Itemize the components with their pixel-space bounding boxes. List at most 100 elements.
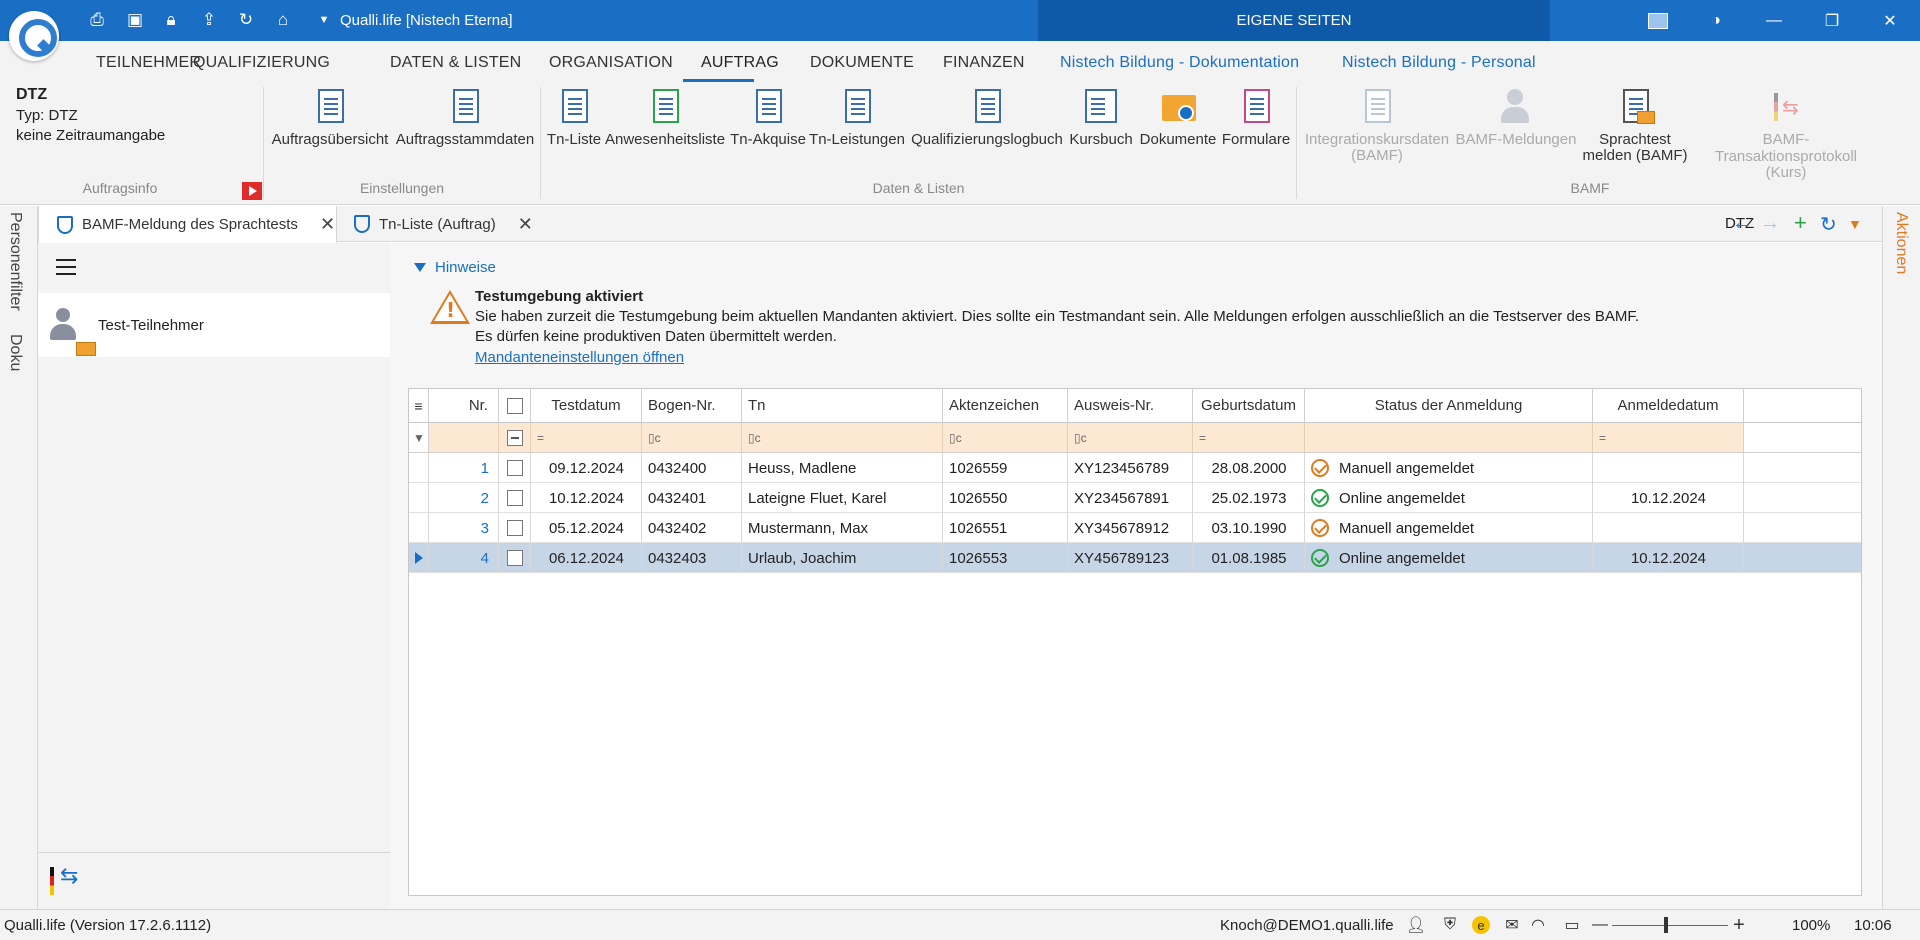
col-header-anmeldedatum[interactable]: Anmeldedatum xyxy=(1593,389,1744,423)
anwesenheitsliste-button[interactable]: Anwesenheitsliste xyxy=(605,87,725,148)
layout-icon[interactable] xyxy=(1630,0,1686,41)
bamf-meldungen-button[interactable]: BAMF-Meldungen xyxy=(1454,87,1578,148)
refresh-icon[interactable]: ↻ xyxy=(235,9,257,31)
filter-nr[interactable] xyxy=(429,423,499,453)
minimize-icon[interactable]: — xyxy=(1746,0,1802,41)
zoom-in-icon[interactable]: + xyxy=(1729,914,1749,936)
close-window-icon[interactable]: ✕ xyxy=(1862,0,1918,41)
bamf-transaktionsprotokoll-button[interactable]: ⇆ BAMF-Transaktionsprotokoll (Kurs) xyxy=(1692,87,1880,181)
window-icon[interactable]: ▭ xyxy=(1562,915,1582,935)
export-icon[interactable]: ⇪ xyxy=(198,9,220,31)
col-header-testdatum[interactable]: Testdatum xyxy=(531,389,642,423)
tn-liste-button[interactable]: Tn-Liste xyxy=(546,87,602,148)
doc-tab-tn-liste[interactable]: Tn-Liste (Auftrag) ✕ xyxy=(354,206,584,242)
tab-organisation[interactable]: ORGANISATION xyxy=(549,54,673,72)
contrast-icon[interactable]: ◑ xyxy=(1688,0,1744,41)
zoom-slider[interactable] xyxy=(1612,925,1728,926)
row-checkbox[interactable] xyxy=(499,453,531,483)
col-header-bogen-nr[interactable]: Bogen-Nr. xyxy=(642,389,742,423)
cell-nr[interactable]: 3 xyxy=(429,513,499,543)
app-logo-icon[interactable] xyxy=(9,11,59,61)
dropdown-arrow-icon[interactable]: ▼ xyxy=(1848,216,1862,232)
cell-ausweis: XY234567891 xyxy=(1074,489,1170,507)
tab-dokumente[interactable]: DOKUMENTE xyxy=(810,54,914,72)
col-header-aktenzeichen[interactable]: Aktenzeichen xyxy=(943,389,1068,423)
auftragsuebersicht-button[interactable]: Auftragsübersicht xyxy=(270,87,390,148)
tab-daten-listen[interactable]: DATEN & LISTEN xyxy=(390,54,521,72)
col-header-tn[interactable]: Tn xyxy=(742,389,943,423)
filter-testdatum[interactable]: = xyxy=(531,423,642,453)
qualifizierungslogbuch-button[interactable]: Qualifizierungslogbuch xyxy=(909,87,1065,148)
close-tab-icon[interactable]: ✕ xyxy=(518,214,533,235)
auftragsinfo-launcher-icon[interactable] xyxy=(242,182,262,200)
close-tab-icon[interactable]: ✕ xyxy=(320,214,335,235)
eigene-seiten-button[interactable]: EIGENE SEITEN xyxy=(1038,0,1550,41)
tn-leistungen-button[interactable]: Tn-Leistungen xyxy=(809,87,905,148)
select-all-checkbox[interactable] xyxy=(499,389,531,423)
kursbuch-button[interactable]: Kursbuch xyxy=(1068,87,1134,148)
tab-teilnehmer[interactable]: TEILNEHMER xyxy=(96,54,201,72)
transfer-arrows-icon[interactable]: ⇆ xyxy=(60,863,78,889)
cell-nr[interactable]: 4 xyxy=(429,543,499,573)
row-checkbox[interactable] xyxy=(499,513,531,543)
add-icon[interactable]: + xyxy=(1794,210,1807,236)
tn-akquise-button[interactable]: Tn-Akquise xyxy=(729,87,807,148)
wifi-icon[interactable]: ◠ xyxy=(1528,915,1548,935)
sprachtest-melden-button[interactable]: Sprachtest melden (BAMF) xyxy=(1580,87,1690,164)
dokumente-button[interactable]: Dokumente xyxy=(1137,87,1219,148)
forward-arrow-icon[interactable]: → xyxy=(1760,212,1780,235)
filter-aktenzeichen[interactable]: ▯c xyxy=(943,423,1068,453)
doku-toggle[interactable]: Doku xyxy=(6,334,24,371)
col-header-status[interactable]: Status der Anmeldung xyxy=(1305,389,1593,423)
filter-ausweis-nr[interactable]: ▯c xyxy=(1068,423,1193,453)
window-title: Qualli.life [Nistech Eterna] xyxy=(340,12,513,29)
tab-nistech-dokumentation[interactable]: Nistech Bildung - Dokumentation xyxy=(1060,54,1299,72)
sidebar-item-test-teilnehmer[interactable]: Test-Teilnehmer xyxy=(38,293,390,357)
cell-ausweis: XY345678912 xyxy=(1074,519,1170,537)
cell-akten: 1026551 xyxy=(949,519,1008,537)
filter-geburtsdatum[interactable]: = xyxy=(1193,423,1305,453)
zoom-out-icon[interactable]: — xyxy=(1590,915,1610,935)
lock-icon[interactable]: 🔒︎ xyxy=(160,9,182,31)
filter-tn[interactable]: ▯c xyxy=(742,423,943,453)
tab-finanzen[interactable]: FINANZEN xyxy=(943,54,1025,72)
auftrag-title: DTZ xyxy=(16,86,48,103)
shield-check-icon[interactable]: ⛨ xyxy=(1440,915,1460,935)
person-icon[interactable]: 👤︎ xyxy=(1406,915,1426,935)
cell-nr[interactable]: 2 xyxy=(429,483,499,513)
e-icon[interactable]: e xyxy=(1472,916,1490,934)
filter-anmeldedatum[interactable]: = xyxy=(1593,423,1744,453)
cell-nr[interactable]: 1 xyxy=(429,453,499,483)
formulare-button[interactable]: Formulare xyxy=(1221,87,1291,148)
mandanteneinstellungen-link[interactable]: Mandanteneinstellungen öffnen xyxy=(475,349,684,366)
personenfilter-toggle[interactable]: Personenfilter xyxy=(6,212,24,311)
hinweise-toggle[interactable]: Hinweise xyxy=(414,259,496,276)
doc-tab-bamf-meldung[interactable]: BAMF-Meldung des Sprachtests ✕ xyxy=(38,206,337,243)
print-icon[interactable]: ⎙ xyxy=(86,9,108,31)
col-header-geburtsdatum[interactable]: Geburtsdatum xyxy=(1193,389,1305,423)
aktionen-toggle[interactable]: Aktionen xyxy=(1892,212,1910,274)
hamburger-menu-icon[interactable] xyxy=(56,259,76,275)
save-icon[interactable]: ▣ xyxy=(124,9,146,31)
restore-icon[interactable]: ❐ xyxy=(1804,0,1860,41)
row-checkbox[interactable] xyxy=(499,543,531,573)
mail-icon[interactable]: ✉ xyxy=(1502,915,1522,935)
tab-qualifizierung[interactable]: QUALIFIZIERUNG xyxy=(193,54,330,72)
zoom-slider-thumb[interactable] xyxy=(1664,917,1668,933)
auftragsstammdaten-button[interactable]: Auftragsstammdaten xyxy=(394,87,536,148)
dropdown-icon[interactable]: ▼ xyxy=(313,9,335,31)
col-header-ausweis-nr[interactable]: Ausweis-Nr. xyxy=(1068,389,1193,423)
tab-auftrag[interactable]: AUFTRAG xyxy=(701,54,779,72)
refresh-icon[interactable]: ↻ xyxy=(1820,212,1837,237)
filter-icon[interactable]: ▼ xyxy=(409,423,429,453)
tab-nistech-personal[interactable]: Nistech Bildung - Personal xyxy=(1342,54,1536,72)
home-icon[interactable]: ⌂ xyxy=(272,9,294,31)
back-arrow-icon[interactable]: ← xyxy=(1732,212,1752,235)
col-header-nr[interactable]: Nr. xyxy=(429,389,499,423)
filter-bogen-nr[interactable]: ▯c xyxy=(642,423,742,453)
grid-menu-icon[interactable]: ≡ xyxy=(409,389,429,423)
row-checkbox[interactable] xyxy=(499,483,531,513)
integrationskursdaten-button[interactable]: Integrationskursdaten (BAMF) xyxy=(1302,87,1452,164)
filter-checkbox[interactable] xyxy=(499,423,531,453)
filter-status[interactable] xyxy=(1305,423,1593,453)
